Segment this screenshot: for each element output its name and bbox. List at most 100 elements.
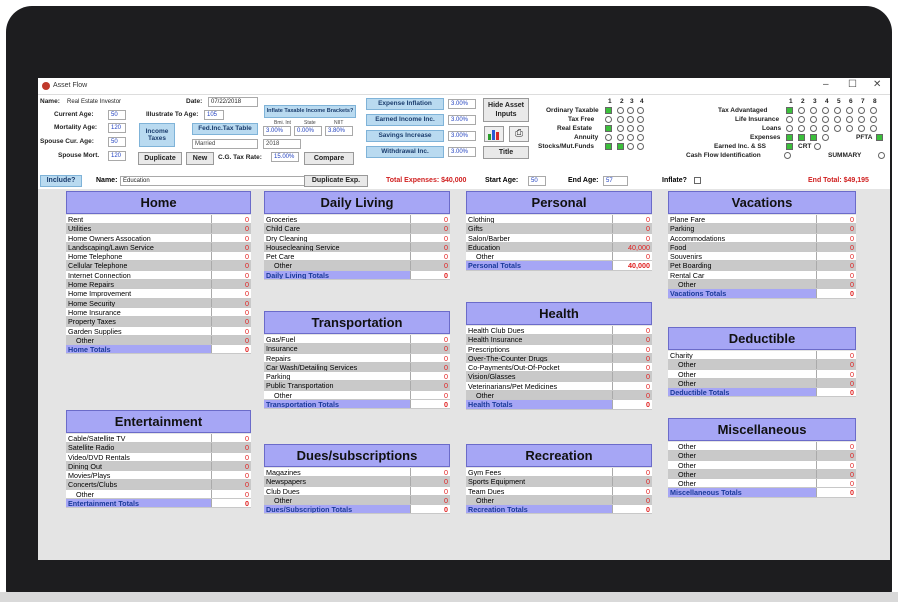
savings-increase-button[interactable]: Savings Increase — [366, 130, 444, 142]
radio[interactable] — [810, 107, 817, 114]
row-label[interactable]: Dining Out — [66, 462, 211, 470]
row-value[interactable]: 0 — [612, 215, 652, 224]
radio[interactable] — [858, 107, 865, 114]
row-value[interactable]: 0 — [612, 391, 652, 400]
savings-increase-input[interactable]: 3.00% — [448, 131, 476, 141]
radio[interactable] — [846, 116, 853, 123]
row-label[interactable]: Dry Cleaning — [264, 234, 410, 242]
row-value[interactable]: 0 — [816, 252, 856, 261]
minimize-button[interactable]: – — [823, 79, 829, 90]
row-value[interactable]: 0 — [816, 261, 856, 270]
radio[interactable] — [822, 125, 829, 132]
checkbox[interactable] — [605, 107, 612, 114]
spouse-mort-input[interactable]: 120 — [108, 151, 126, 161]
radio[interactable] — [637, 125, 644, 132]
row-value[interactable]: 0 — [211, 489, 251, 499]
row-value[interactable]: 0 — [816, 224, 856, 233]
row-label[interactable]: Other — [466, 496, 612, 504]
checkbox[interactable] — [605, 143, 612, 150]
row-label[interactable]: Groceries — [264, 215, 410, 223]
row-value[interactable]: 0 — [211, 298, 251, 308]
row-value[interactable]: 0 — [612, 372, 652, 381]
mortality-age-input[interactable]: 120 — [108, 123, 126, 133]
row-value[interactable]: 0 — [816, 280, 856, 289]
row-label[interactable]: Other — [668, 461, 816, 469]
illustrate-age-input[interactable]: 105 — [204, 110, 224, 120]
inflate-brackets-button[interactable]: Inflate Taxable Income Brackets? — [264, 105, 356, 118]
row-label[interactable]: Home Telephone — [66, 252, 211, 260]
row-value[interactable]: 0 — [410, 362, 450, 372]
row-label[interactable]: Gas/Fuel — [264, 335, 410, 343]
row-value[interactable]: 0 — [612, 252, 652, 261]
withdrawal-button[interactable]: Withdrawal Inc. — [366, 146, 444, 158]
row-label[interactable]: Home Insurance — [66, 308, 211, 316]
row-value[interactable]: 0 — [612, 477, 652, 486]
radio[interactable] — [637, 143, 644, 150]
income-taxes-button[interactable]: Income Taxes — [139, 123, 175, 147]
row-value[interactable]: 0 — [410, 353, 450, 363]
tax-year-select[interactable]: 2018 — [263, 139, 301, 149]
row-value[interactable]: 0 — [612, 381, 652, 391]
compare-button[interactable]: Compare — [304, 152, 354, 165]
row-label[interactable]: Repairs — [264, 354, 410, 362]
row-label[interactable]: Clothing — [466, 215, 612, 223]
row-value[interactable]: 0 — [816, 378, 856, 388]
row-label[interactable]: Other — [668, 442, 816, 450]
expense-inflation-input[interactable]: 3.00% — [448, 99, 476, 109]
row-value[interactable]: 0 — [211, 443, 251, 452]
row-value[interactable]: 0 — [211, 452, 251, 462]
radio[interactable] — [834, 116, 841, 123]
include-button[interactable]: Include? — [40, 175, 82, 187]
checkbox[interactable] — [798, 134, 805, 141]
row-label[interactable]: Concerts/Clubs — [66, 480, 211, 488]
row-value[interactable]: 0 — [410, 224, 450, 233]
checkbox[interactable] — [786, 107, 793, 114]
row-label[interactable]: Garden Supplies — [66, 327, 211, 335]
row-label[interactable]: Health Club Dues — [466, 326, 612, 334]
row-label[interactable]: Other — [264, 391, 410, 399]
row-label[interactable]: Other — [668, 360, 816, 368]
row-label[interactable]: Other — [66, 490, 211, 498]
row-value[interactable]: 0 — [816, 460, 856, 470]
radio[interactable] — [605, 134, 612, 141]
row-label[interactable]: Cellular Telephone — [66, 261, 211, 269]
radio[interactable] — [627, 143, 634, 150]
radio[interactable] — [798, 116, 805, 123]
current-age-input[interactable]: 50 — [108, 110, 126, 120]
radio[interactable] — [846, 125, 853, 132]
radio[interactable] — [786, 116, 793, 123]
row-label[interactable]: Sports Equipment — [466, 477, 612, 485]
radio[interactable] — [627, 134, 634, 141]
row-value[interactable]: 0 — [211, 434, 251, 443]
row-label[interactable]: Satellite Radio — [66, 443, 211, 451]
row-value[interactable]: 0 — [612, 344, 652, 354]
row-value[interactable]: 0 — [612, 224, 652, 233]
radio[interactable] — [617, 125, 624, 132]
row-value[interactable]: 0 — [211, 471, 251, 480]
radio[interactable] — [798, 125, 805, 132]
row-label[interactable]: Insurance — [264, 344, 410, 352]
row-value[interactable]: 0 — [211, 326, 251, 336]
row-label[interactable]: Rent — [66, 215, 211, 223]
end-age-input[interactable]: 57 — [603, 176, 628, 186]
row-value[interactable]: 0 — [211, 480, 251, 489]
chart-icon[interactable] — [484, 126, 504, 142]
fed-tax-table-button[interactable]: Fed.Inc.Tax Table — [192, 123, 258, 135]
checkbox[interactable] — [876, 134, 883, 141]
radio[interactable] — [605, 116, 612, 123]
row-value[interactable]: 0 — [410, 372, 450, 381]
row-value[interactable]: 0 — [816, 442, 856, 451]
radio[interactable] — [858, 125, 865, 132]
row-label[interactable]: Landscaping/Lawn Service — [66, 243, 211, 251]
row-value[interactable]: 0 — [410, 381, 450, 390]
radio[interactable] — [784, 152, 791, 159]
row-value[interactable]: 0 — [816, 233, 856, 243]
radio[interactable] — [786, 125, 793, 132]
row-value[interactable]: 0 — [211, 335, 251, 345]
row-value[interactable]: 0 — [816, 270, 856, 280]
row-value[interactable]: 0 — [410, 233, 450, 243]
row-value[interactable]: 0 — [816, 369, 856, 379]
row-label[interactable]: Gym Fees — [466, 468, 612, 476]
radio[interactable] — [637, 134, 644, 141]
row-label[interactable]: Pet Boarding — [668, 261, 816, 269]
